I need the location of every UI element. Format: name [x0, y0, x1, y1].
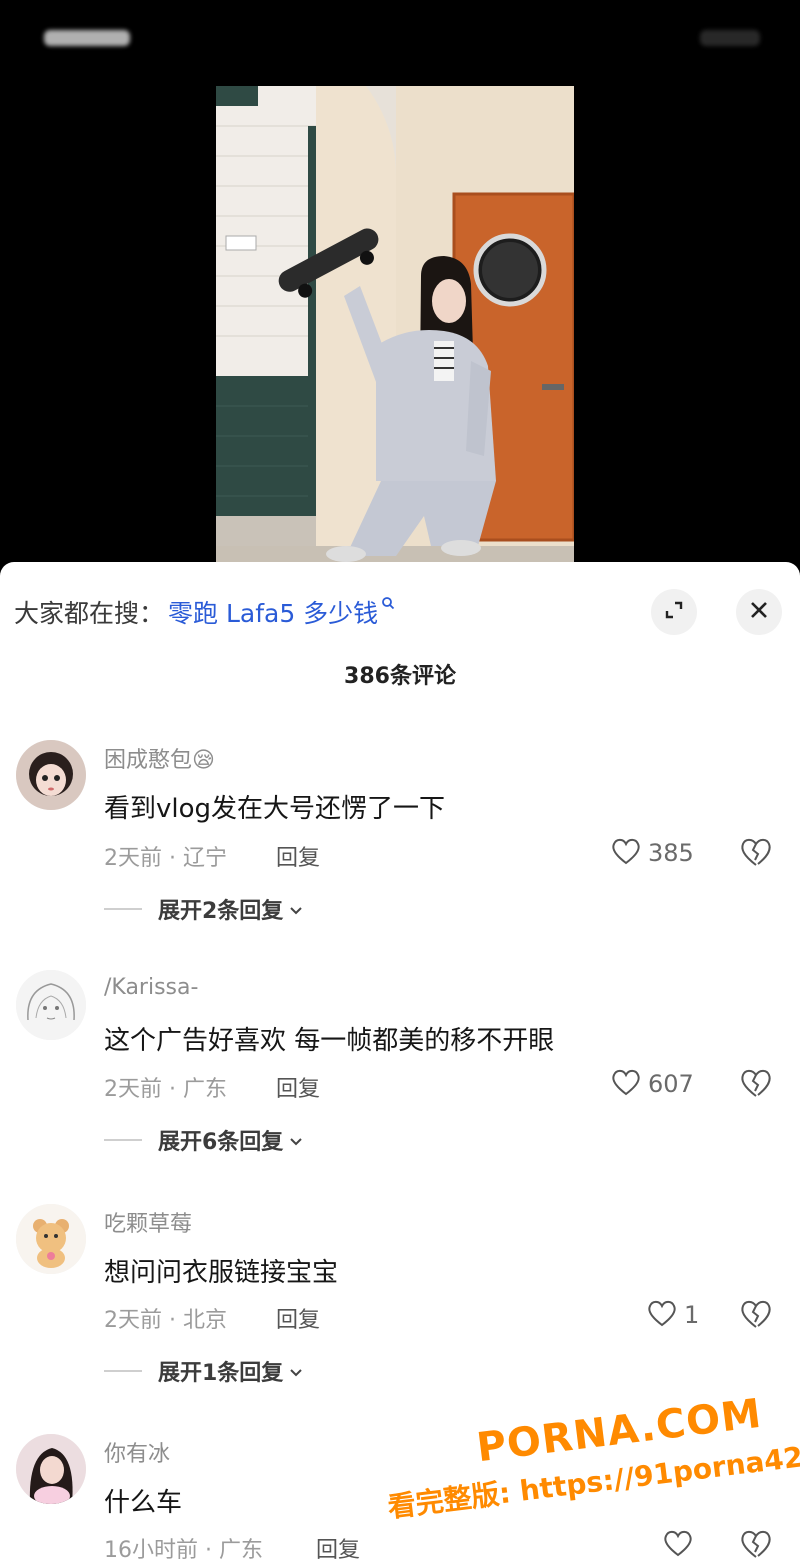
- reply-button[interactable]: 回复: [276, 840, 320, 872]
- comment-username[interactable]: 你有冰: [104, 1436, 170, 1468]
- heart-icon: [646, 1298, 678, 1332]
- expand-icon: [663, 599, 685, 625]
- like-button[interactable]: 607: [610, 1067, 694, 1101]
- divider: [104, 908, 142, 910]
- expand-replies-button[interactable]: 展开1条回复: [104, 1355, 303, 1387]
- comment-count-title: 386条评论: [344, 664, 456, 689]
- like-count: 385: [648, 839, 694, 867]
- dislike-button[interactable]: [738, 1298, 774, 1334]
- trending-search-label: 大家都在搜：: [14, 599, 165, 628]
- trending-search-link[interactable]: 零跑 Lafa5 多少钱: [168, 594, 378, 630]
- comment-time-location: 2天前 · 辽宁: [104, 846, 227, 871]
- like-button[interactable]: [662, 1528, 694, 1562]
- comment-username[interactable]: 困成憨包😪: [104, 742, 215, 774]
- expand-replies-button[interactable]: 展开2条回复: [104, 893, 303, 925]
- comment-text: 什么车: [104, 1488, 183, 1518]
- comment-text: 想问问衣服链接宝宝: [104, 1258, 339, 1288]
- heart-icon: [662, 1528, 694, 1562]
- blurred-status-icons: [700, 30, 760, 46]
- like-count: 607: [648, 1070, 694, 1098]
- video-player[interactable]: [0, 0, 800, 575]
- reply-button[interactable]: 回复: [276, 1302, 320, 1334]
- expand-button[interactable]: [651, 589, 697, 635]
- avatar[interactable]: [16, 1204, 86, 1274]
- reply-button[interactable]: 回复: [316, 1532, 360, 1564]
- dislike-button[interactable]: [738, 836, 774, 872]
- trending-search-bar[interactable]: 大家都在搜： 零跑 Lafa5 多少钱: [14, 588, 395, 636]
- heart-icon: [610, 836, 642, 870]
- heart-icon: [610, 1067, 642, 1101]
- comment-username[interactable]: 吃颗草莓: [104, 1206, 192, 1238]
- like-count: 1: [684, 1301, 700, 1329]
- comment-time-location: 2天前 · 广东: [104, 1077, 227, 1102]
- broken-heart-icon: [738, 838, 774, 872]
- divider: [104, 1139, 142, 1141]
- blurred-status-text: [44, 30, 130, 46]
- close-icon: [748, 599, 770, 625]
- comment-time-location: 2天前 · 北京: [104, 1308, 227, 1333]
- dislike-button[interactable]: [738, 1528, 774, 1564]
- video-frame[interactable]: [216, 86, 574, 575]
- avatar[interactable]: [16, 740, 86, 810]
- chevron-down-icon: [289, 1359, 303, 1384]
- avatar[interactable]: [16, 1434, 86, 1504]
- close-button[interactable]: [736, 589, 782, 635]
- video-still-image: [216, 86, 574, 575]
- expand-replies-label: 展开1条回复: [158, 1361, 284, 1386]
- expand-replies-label: 展开6条回复: [158, 1130, 284, 1155]
- dislike-button[interactable]: [738, 1067, 774, 1103]
- divider: [104, 1370, 142, 1372]
- broken-heart-icon: [738, 1069, 774, 1103]
- comment-text: 这个广告好喜欢 每一帧都美的移不开眼: [104, 1026, 555, 1056]
- comment-username[interactable]: /Karissa-: [104, 975, 198, 1000]
- like-button[interactable]: 385: [610, 836, 694, 870]
- expand-replies-label: 展开2条回复: [158, 899, 284, 924]
- search-icon: [381, 595, 395, 614]
- broken-heart-icon: [738, 1530, 774, 1564]
- broken-heart-icon: [738, 1300, 774, 1334]
- comment-text: 看到vlog发在大号还愣了一下: [104, 794, 446, 824]
- expand-replies-button[interactable]: 展开6条回复: [104, 1124, 303, 1156]
- avatar[interactable]: [16, 970, 86, 1040]
- chevron-down-icon: [289, 897, 303, 922]
- chevron-down-icon: [289, 1128, 303, 1153]
- reply-button[interactable]: 回复: [276, 1071, 320, 1103]
- comment-time-location: 16小时前 · 广东: [104, 1538, 263, 1563]
- like-button[interactable]: 1: [646, 1298, 699, 1332]
